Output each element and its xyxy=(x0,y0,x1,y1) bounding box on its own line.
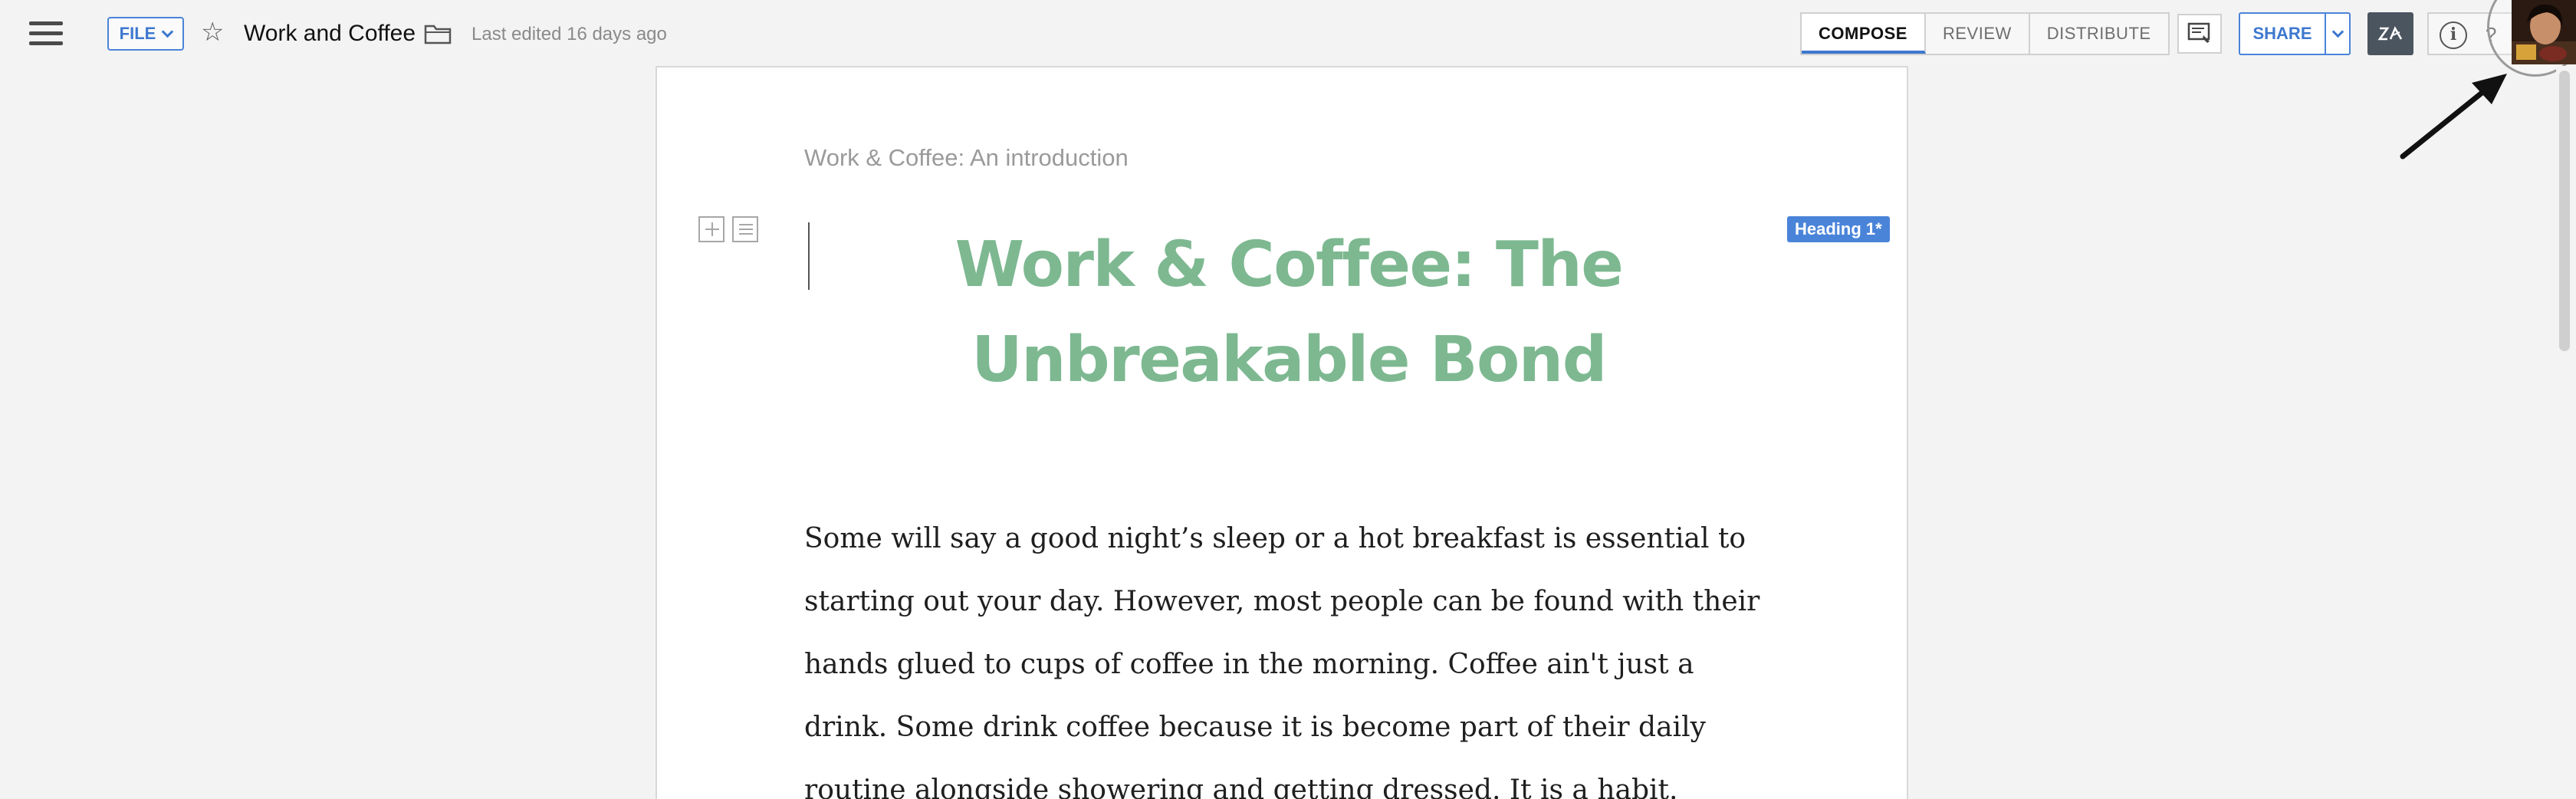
chevron-down-icon xyxy=(162,25,174,38)
share-dropdown-button[interactable] xyxy=(2326,14,2349,54)
info-icon[interactable]: i xyxy=(2440,21,2467,49)
notes-button[interactable] xyxy=(2177,14,2222,54)
file-menu-label: FILE xyxy=(119,24,156,43)
top-toolbar: FILE ☆ Work and Coffee Last edited 16 da… xyxy=(0,0,2576,77)
zia-icon xyxy=(2377,26,2403,41)
document-subtitle[interactable]: Work & Coffee: An introduction xyxy=(804,143,1129,173)
text-cursor xyxy=(808,222,810,290)
mode-tabs: COMPOSE REVIEW DISTRIBUTE xyxy=(1800,12,2170,55)
file-menu-button[interactable]: FILE xyxy=(107,17,184,51)
document-title[interactable]: Work and Coffee xyxy=(244,18,416,49)
share-button-group: SHARE xyxy=(2239,12,2351,55)
folder-icon[interactable] xyxy=(424,23,452,44)
avatar[interactable] xyxy=(2512,0,2576,64)
scrollbar-thumb[interactable] xyxy=(2559,71,2570,351)
tab-review[interactable]: REVIEW xyxy=(1926,14,2030,54)
document-heading[interactable]: Work & Coffee: The Unbreakable Bond xyxy=(804,218,1773,408)
tab-compose[interactable]: COMPOSE xyxy=(1802,14,1926,54)
add-block-icon[interactable] xyxy=(698,216,724,242)
star-icon[interactable]: ☆ xyxy=(201,15,224,49)
share-button[interactable]: SHARE xyxy=(2240,14,2326,54)
body-paragraph[interactable]: Some will say a good night’s sleep or a … xyxy=(804,508,1773,799)
hamburger-menu-icon[interactable] xyxy=(29,21,63,46)
notes-icon xyxy=(2187,22,2210,43)
document-page: Work & Coffee: An introduction Heading 1… xyxy=(656,66,1908,799)
pointer-arrow-annotation xyxy=(2400,74,2507,159)
tab-distribute[interactable]: DISTRIBUTE xyxy=(2030,14,2168,54)
paragraph-icon[interactable] xyxy=(732,216,758,242)
last-edited-status: Last edited 16 days ago xyxy=(472,24,667,44)
chevron-down-icon xyxy=(2331,25,2344,38)
zia-button[interactable] xyxy=(2367,12,2413,55)
avatar-photo xyxy=(2512,0,2576,64)
paragraph-style-badge[interactable]: Heading 1* xyxy=(1787,216,1890,242)
